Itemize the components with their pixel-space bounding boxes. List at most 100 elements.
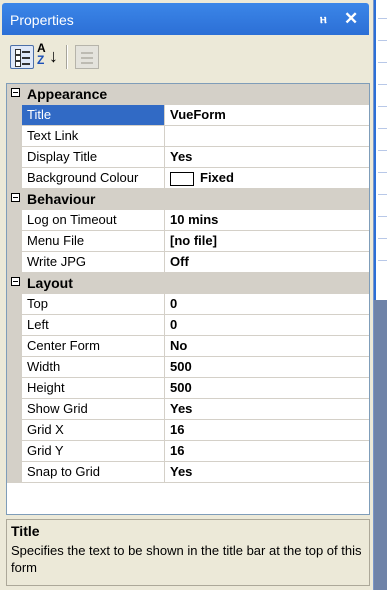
property-name[interactable]: Text Link <box>22 126 165 147</box>
category-label: Behaviour <box>27 191 96 207</box>
property-name[interactable]: Grid Y <box>22 441 165 462</box>
category-label: Layout <box>27 275 73 291</box>
property-name[interactable]: Height <box>22 378 165 399</box>
property-name[interactable]: Grid X <box>22 420 165 441</box>
property-value[interactable]: 10 mins <box>165 210 369 231</box>
property-name[interactable]: Snap to Grid <box>22 462 165 483</box>
property-row[interactable]: Grid X 16 <box>7 420 369 441</box>
property-value[interactable]: 0 <box>165 315 369 336</box>
property-name[interactable]: Show Grid <box>22 399 165 420</box>
category-row[interactable]: Behaviour <box>7 189 369 210</box>
property-value[interactable]: No <box>165 336 369 357</box>
property-value[interactable]: VueForm <box>165 105 369 126</box>
property-row[interactable]: Background Colour Fixed <box>7 168 369 189</box>
property-name[interactable]: Title <box>22 105 165 126</box>
properties-toolbar: A Z ↓ <box>2 37 369 77</box>
row-gutter <box>7 441 22 462</box>
row-gutter <box>7 252 22 273</box>
property-value[interactable]: Off <box>165 252 369 273</box>
property-name[interactable]: Menu File <box>22 231 165 252</box>
property-grid: Appearance Title VueForm Text Link Display T… <box>6 83 370 515</box>
property-row[interactable]: Grid Y 16 <box>7 441 369 462</box>
property-value-text: 0 <box>170 296 178 311</box>
panel-title: Properties <box>10 12 74 28</box>
row-gutter <box>7 462 22 483</box>
panel-titlebar[interactable]: Properties ⲏ ✕ <box>2 3 369 35</box>
alphabetical-az-icon[interactable]: A Z ↓ <box>37 42 61 69</box>
colour-swatch[interactable] <box>170 171 194 186</box>
collapse-icon[interactable] <box>11 88 20 97</box>
property-value-text: Yes <box>170 464 193 479</box>
property-value-text: 500 <box>170 380 192 395</box>
property-value-text: No <box>170 338 188 353</box>
property-name[interactable]: Center Form <box>22 336 165 357</box>
property-row[interactable]: Text Link <box>7 126 369 147</box>
row-gutter <box>7 399 22 420</box>
property-row[interactable]: Log on Timeout 10 mins <box>7 210 369 231</box>
property-value-text: 500 <box>170 359 192 374</box>
property-row[interactable]: Menu File [no file] <box>7 231 369 252</box>
property-row[interactable]: Display Title Yes <box>7 147 369 168</box>
row-gutter <box>7 231 22 252</box>
property-row[interactable]: Title VueForm <box>7 105 369 126</box>
background-window-frame <box>374 0 387 300</box>
property-value[interactable]: Yes <box>165 147 369 168</box>
property-row[interactable]: Show Grid Yes <box>7 399 369 420</box>
background-window-bottom <box>374 300 387 590</box>
close-icon[interactable]: ✕ <box>344 9 358 29</box>
row-gutter <box>7 168 22 189</box>
property-name[interactable]: Display Title <box>22 147 165 168</box>
property-value-text: 10 mins <box>170 212 219 227</box>
row-gutter <box>7 147 22 168</box>
property-row[interactable]: Center Form No <box>7 336 369 357</box>
property-name[interactable]: Write JPG <box>22 252 165 273</box>
property-value-text: Yes <box>170 149 193 164</box>
property-row[interactable]: Snap to Grid Yes <box>7 462 369 483</box>
collapse-icon[interactable] <box>11 277 20 286</box>
property-value[interactable]: Fixed <box>165 168 369 189</box>
property-name[interactable]: Width <box>22 357 165 378</box>
row-gutter <box>7 126 22 147</box>
property-row[interactable]: Height 500 <box>7 378 369 399</box>
categorized-icon[interactable] <box>10 45 34 69</box>
collapse-icon[interactable] <box>11 193 20 202</box>
category-label: Appearance <box>27 86 108 102</box>
property-row[interactable]: Width 500 <box>7 357 369 378</box>
pin-icon[interactable]: ⲏ <box>320 11 327 27</box>
property-pages-icon <box>75 45 99 69</box>
properties-panel: Properties ⲏ ✕ A Z ↓ Appearance Title VueF… <box>0 0 374 590</box>
row-gutter <box>7 420 22 441</box>
row-gutter <box>7 315 22 336</box>
row-gutter <box>7 336 22 357</box>
property-name[interactable]: Background Colour <box>22 168 165 189</box>
property-value-text: Yes <box>170 401 193 416</box>
property-name[interactable]: Left <box>22 315 165 336</box>
property-value[interactable]: 500 <box>165 357 369 378</box>
property-row[interactable]: Left 0 <box>7 315 369 336</box>
property-value[interactable]: 0 <box>165 294 369 315</box>
property-value[interactable] <box>165 126 369 147</box>
property-value[interactable]: [no file] <box>165 231 369 252</box>
property-value-text: VueForm <box>170 107 226 122</box>
property-value-text: 0 <box>170 317 178 332</box>
description-text: Specifies the text to be shown in the ti… <box>11 543 362 575</box>
property-value[interactable]: 16 <box>165 420 369 441</box>
property-name[interactable]: Log on Timeout <box>22 210 165 231</box>
property-value[interactable]: Yes <box>165 399 369 420</box>
row-gutter <box>7 105 22 126</box>
property-value-text: Off <box>170 254 189 269</box>
property-value-text: 16 <box>170 443 185 458</box>
category-row[interactable]: Layout <box>7 273 369 294</box>
property-name[interactable]: Top <box>22 294 165 315</box>
description-title: Title <box>11 523 40 539</box>
property-value-text: 16 <box>170 422 185 437</box>
property-value[interactable]: 500 <box>165 378 369 399</box>
property-row[interactable]: Top 0 <box>7 294 369 315</box>
category-row[interactable]: Appearance <box>7 84 369 105</box>
property-value-text: Fixed <box>200 170 234 185</box>
property-row[interactable]: Write JPG Off <box>7 252 369 273</box>
property-value[interactable]: 16 <box>165 441 369 462</box>
property-value[interactable]: Yes <box>165 462 369 483</box>
row-gutter <box>7 357 22 378</box>
background-window-edge <box>374 0 387 590</box>
